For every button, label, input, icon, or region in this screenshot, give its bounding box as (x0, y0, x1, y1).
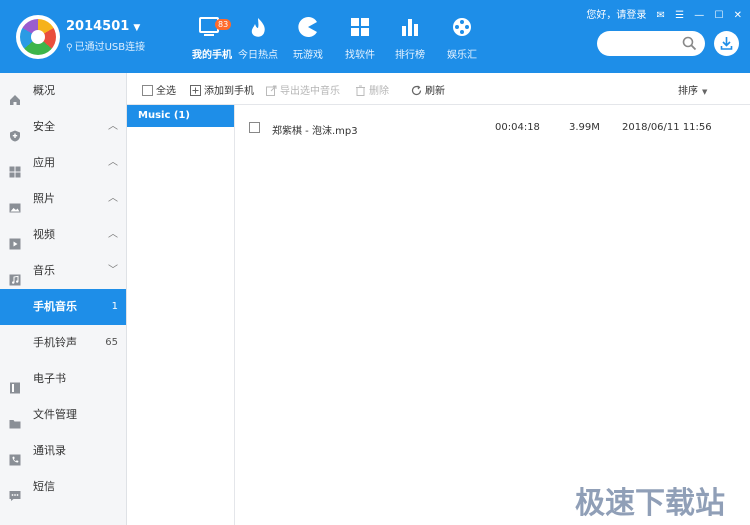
sidebar-item-contacts[interactable]: 通讯录 (0, 433, 126, 469)
mail-icon[interactable]: ✉ (657, 10, 665, 21)
pacman-icon (284, 16, 332, 40)
refresh-button[interactable]: 刷新 (411, 82, 445, 97)
sort-dropdown[interactable]: 排序 ▼ (678, 82, 707, 97)
chevron-up-icon[interactable]: ︿ (108, 145, 118, 181)
select-all-checkbox[interactable]: 全选 (142, 82, 176, 97)
search-icon[interactable] (682, 36, 697, 51)
caret-down-icon: ▼ (133, 23, 141, 33)
toolbar: 全选 添加到手机 导出选中音乐 删除 刷新 排序 ▼ (127, 73, 750, 105)
bar-chart-icon (386, 16, 434, 40)
top-header: 2014501 ▼ ⚲ 已通过USB连接 83 我的手机 今日热点 玩游戏 找软… (0, 0, 750, 73)
chevron-down-icon[interactable]: ﹀ (108, 253, 118, 289)
item-count: 65 (105, 337, 118, 348)
add-icon (190, 85, 201, 96)
export-selected-button[interactable]: 导出选中音乐 (266, 82, 340, 97)
download-icon (720, 37, 733, 50)
caret-down-icon: ▼ (702, 88, 708, 96)
apps-icon (9, 157, 21, 178)
folder-item-music[interactable]: Music (1) (127, 105, 234, 127)
music-icon (9, 265, 21, 286)
chevron-up-icon[interactable]: ︿ (108, 217, 118, 253)
message-icon (9, 481, 21, 501)
nav-hot-today[interactable]: 今日热点 (234, 16, 282, 66)
nav-my-phone[interactable]: 83 我的手机 (188, 16, 236, 66)
search-box (597, 31, 705, 56)
nav-software[interactable]: 找软件 (336, 16, 384, 66)
sidebar-item-music[interactable]: 音乐 ﹀ (0, 253, 126, 289)
apps-grid-icon (336, 16, 384, 40)
folder-icon (9, 409, 21, 429)
sidebar-item-videos[interactable]: 视频 ︿ (0, 217, 126, 253)
app-logo (16, 15, 60, 59)
shield-icon (9, 121, 21, 142)
phone-icon: 83 (188, 16, 236, 40)
table-row[interactable]: 郑紫棋 - 泡沫.mp3 00:04:18 3.99M 2018/06/11 1… (236, 117, 750, 139)
checkbox[interactable] (142, 85, 153, 96)
minimize-icon[interactable]: — (694, 10, 704, 21)
export-icon (266, 85, 277, 96)
add-to-phone-button[interactable]: 添加到手机 (190, 82, 254, 97)
item-count: 1 (111, 301, 118, 312)
contacts-icon (9, 445, 21, 466)
maximize-icon[interactable]: ☐ (714, 10, 723, 21)
file-duration: 00:04:18 (495, 122, 540, 133)
nav-games[interactable]: 玩游戏 (284, 16, 332, 66)
trash-icon (355, 85, 366, 96)
sidebar: 概况 安全 ︿ 应用 ︿ 照片 ︿ 视频 ︿ 音乐 ﹀ 手机音乐 1 手机铃声 … (0, 73, 127, 525)
sidebar-item-messages[interactable]: 短信 (0, 469, 126, 505)
sidebar-item-overview[interactable]: 概况 (0, 73, 126, 109)
video-icon (9, 229, 21, 250)
file-date: 2018/06/11 11:56 (622, 122, 712, 133)
window-controls: 您好，请登录 ✉ ☰ — ☐ ✕ (579, 6, 742, 21)
row-checkbox[interactable] (249, 122, 260, 133)
device-name: 2014501 (66, 19, 130, 34)
nav-badge: 83 (215, 19, 232, 30)
book-icon (9, 373, 21, 394)
download-button[interactable] (714, 31, 739, 56)
file-list: 郑紫棋 - 泡沫.mp3 00:04:18 3.99M 2018/06/11 1… (236, 105, 750, 525)
folder-panel: Music (1) (127, 105, 235, 525)
sidebar-item-file-manager[interactable]: 文件管理 (0, 397, 126, 433)
sidebar-item-apps[interactable]: 应用 ︿ (0, 145, 126, 181)
sidebar-item-ringtones[interactable]: 手机铃声 65 (0, 325, 126, 361)
sidebar-item-security[interactable]: 安全 ︿ (0, 109, 126, 145)
connection-status: ⚲ 已通过USB连接 (66, 42, 146, 53)
file-size: 3.99M (569, 122, 600, 133)
search-input[interactable] (607, 35, 681, 52)
refresh-icon (411, 85, 422, 96)
device-selector[interactable]: 2014501 ▼ (66, 19, 140, 34)
flame-icon (234, 16, 282, 40)
nav-ranking[interactable]: 排行榜 (386, 16, 434, 66)
chevron-up-icon[interactable]: ︿ (108, 181, 118, 217)
login-link[interactable]: 您好，请登录 (586, 6, 646, 21)
delete-button[interactable]: 删除 (355, 82, 389, 97)
file-name: 郑紫棋 - 泡沫.mp3 (272, 126, 358, 137)
sidebar-item-photos[interactable]: 照片 ︿ (0, 181, 126, 217)
home-icon (9, 85, 21, 105)
menu-icon[interactable]: ☰ (675, 10, 684, 21)
nav-entertainment[interactable]: 娱乐汇 (438, 16, 486, 66)
sidebar-item-phone-music[interactable]: 手机音乐 1 (0, 289, 126, 325)
usb-icon: ⚲ (66, 43, 73, 53)
watermark: 极速下载站 (575, 486, 725, 521)
film-reel-icon (438, 16, 486, 40)
chevron-up-icon[interactable]: ︿ (108, 109, 118, 145)
sidebar-item-ebooks[interactable]: 电子书 (0, 361, 126, 397)
photo-icon (9, 193, 21, 213)
close-icon[interactable]: ✕ (734, 10, 742, 21)
